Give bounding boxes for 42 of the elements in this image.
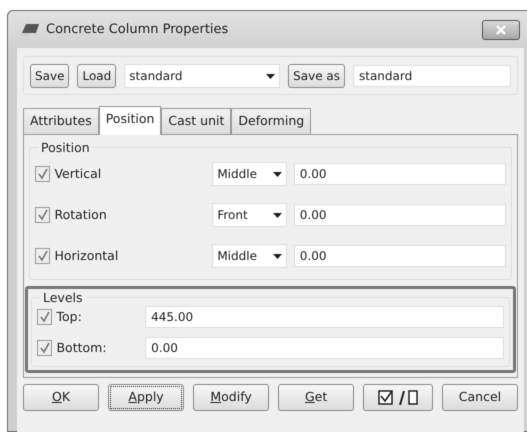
dialog-button[interactable]: Modify xyxy=(193,384,270,411)
tab[interactable]: Deforming xyxy=(231,108,312,134)
column-icon xyxy=(20,22,40,36)
check-uncheck-icon xyxy=(378,390,418,406)
checkbox[interactable] xyxy=(37,309,52,326)
option-dropdown[interactable]: Middle xyxy=(212,244,287,268)
check-all-toggle-button[interactable] xyxy=(363,384,433,411)
load-button[interactable]: Load xyxy=(77,64,116,88)
value-field[interactable]: 0.00 xyxy=(294,245,506,268)
save-as-button[interactable]: Save as xyxy=(288,64,345,88)
checkbox-label: Vertical xyxy=(54,164,102,183)
tab[interactable]: Attributes xyxy=(23,108,99,134)
checkbox[interactable] xyxy=(37,340,52,356)
dropdown-arrow-icon xyxy=(272,212,282,218)
close-icon xyxy=(495,24,507,34)
close-button[interactable] xyxy=(482,20,520,40)
checkbox-label: Top: xyxy=(56,308,83,326)
checkbox-label: Rotation xyxy=(54,206,108,224)
save-button[interactable]: Save xyxy=(30,64,70,88)
window-title: Concrete Column Properties xyxy=(46,20,228,39)
checkbox[interactable] xyxy=(35,207,50,224)
dropdown-arrow-icon xyxy=(266,74,276,78)
value-field[interactable]: 445.00 xyxy=(145,306,504,328)
checkbox[interactable] xyxy=(35,166,50,182)
checkbox[interactable] xyxy=(35,248,50,264)
value-field[interactable]: 0.00 xyxy=(294,204,506,226)
dialog-button[interactable]: Cancel xyxy=(442,384,518,411)
dropdown-arrow-icon xyxy=(272,254,282,259)
checkbox-label: Bottom: xyxy=(56,338,108,357)
dialog-button[interactable]: Get xyxy=(278,384,354,411)
name-field[interactable]: standard xyxy=(353,65,511,87)
value-field[interactable]: 0.00 xyxy=(294,163,506,186)
preset-dropdown[interactable]: standard xyxy=(124,64,280,88)
value-field[interactable]: 0.00 xyxy=(145,337,504,360)
tab[interactable]: Cast unit xyxy=(161,108,232,134)
option-dropdown[interactable]: Front xyxy=(212,203,287,228)
dialog-button[interactable]: OK xyxy=(23,384,100,411)
option-dropdown[interactable]: Middle xyxy=(212,162,287,186)
dialog-button[interactable]: Apply xyxy=(108,384,184,411)
tab[interactable]: Position xyxy=(98,106,162,135)
checkbox-label: Horizontal xyxy=(54,246,120,265)
dropdown-arrow-icon xyxy=(272,172,282,177)
